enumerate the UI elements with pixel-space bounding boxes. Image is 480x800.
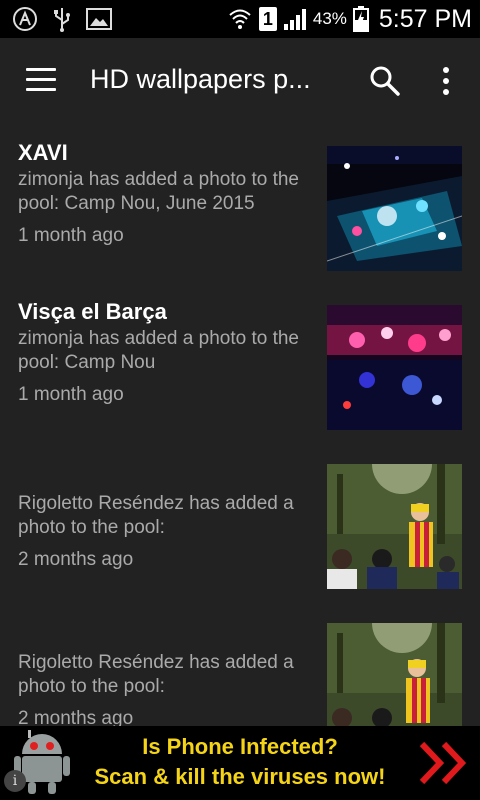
status-bar: 1 43% 5:57 PM [0,0,480,38]
list-item-text: Visça el Barça zimonja has added a photo… [18,297,318,407]
item-title: XAVI [18,140,68,165]
fans-photo-thumbnail[interactable] [327,464,462,589]
item-description: zimonja has added a photo to the pool: C… [18,328,299,373]
app-bar: HD wallpapers p... [0,38,480,124]
page-title: HD wallpapers p... [90,64,311,94]
sim-slot-label: 1 [262,9,273,29]
more-vert-icon[interactable] [436,66,456,96]
item-timestamp: 2 months ago [18,549,134,570]
ad-subline: Scan & kill the viruses now! [94,764,386,789]
app-icon [13,7,37,31]
image-icon [86,8,112,30]
usb-icon [54,8,70,32]
list-item[interactable]: Rigoletto Reséndez has added a photo to … [0,601,480,726]
menu-icon[interactable] [26,68,56,92]
double-chevron-right-icon [419,741,467,785]
search-icon[interactable] [368,64,402,98]
wifi-icon [229,9,251,29]
list-item-text: Rigoletto Reséndez has added a photo to … [18,651,318,726]
list-item[interactable]: XAVI zimonja has added a photo to the po… [0,124,480,271]
list-item[interactable]: Visça el Barça zimonja has added a photo… [0,283,480,430]
activity-feed[interactable]: XAVI zimonja has added a photo to the po… [0,124,480,726]
item-description: Rigoletto Reséndez has added a photo to … [18,652,294,697]
list-item-text: Rigoletto Reséndez has added a photo to … [18,492,318,572]
item-title: Visça el Barça [18,299,167,324]
item-timestamp: 1 month ago [18,225,124,246]
item-description: zimonja has added a photo to the pool: C… [18,169,299,214]
ad-headline: Is Phone Infected? [142,734,338,759]
item-description: Rigoletto Reséndez has added a photo to … [18,493,294,538]
battery-percent: 43% [312,9,347,28]
clock: 5:57 PM [378,4,472,33]
fans-photo-thumbnail[interactable] [327,623,462,726]
sim-icon: 1 [258,7,277,31]
ad-info-icon[interactable]: i [4,770,26,792]
stadium-photo-thumbnail[interactable] [327,146,462,271]
signal-icon [283,9,306,30]
item-timestamp: 2 months ago [18,708,134,726]
list-item-text: XAVI zimonja has added a photo to the po… [18,138,318,248]
ad-banner[interactable]: Is Phone Infected? Scan & kill the virus… [0,726,480,800]
stadium-fireworks-thumbnail[interactable] [327,305,462,430]
battery-icon [352,6,369,32]
item-timestamp: 1 month ago [18,384,124,405]
list-item[interactable]: Rigoletto Reséndez has added a photo to … [0,442,480,589]
